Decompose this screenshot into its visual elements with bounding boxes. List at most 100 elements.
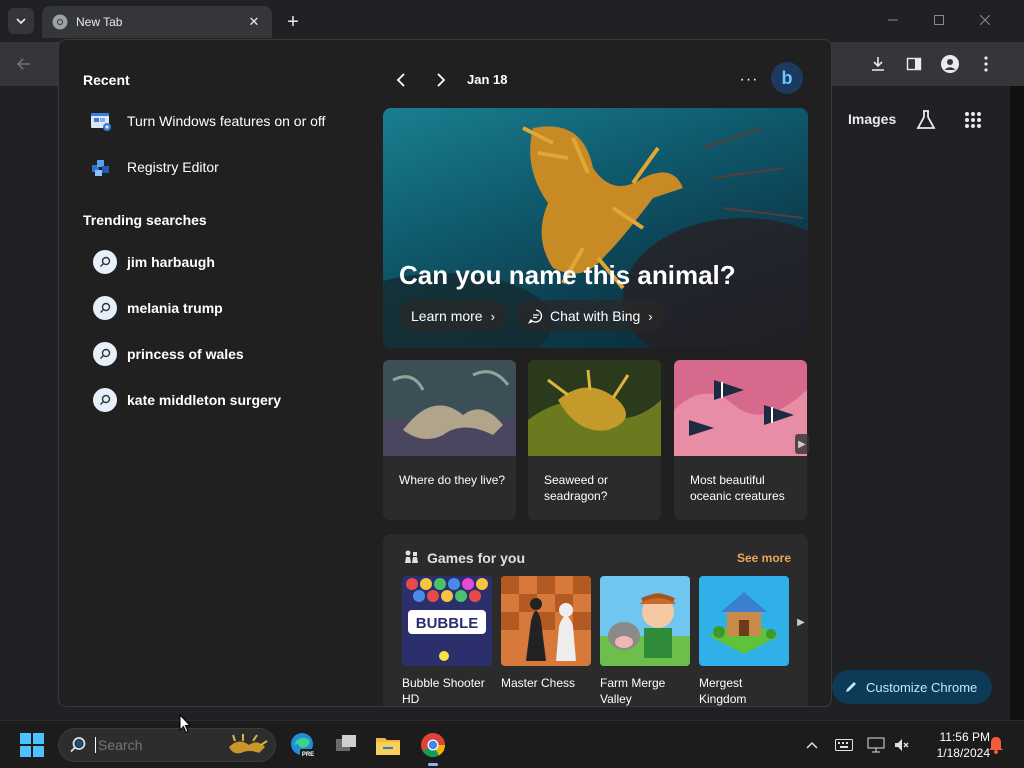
recent-item-registry-editor[interactable]: Registry Editor <box>89 152 219 182</box>
recent-item-label: Turn Windows features on or off <box>127 113 326 129</box>
bing-logo-icon[interactable]: b <box>771 62 803 94</box>
trending-item[interactable]: princess of wales <box>93 340 244 368</box>
customize-chrome-button[interactable]: Customize Chrome <box>832 670 992 704</box>
search-icon <box>93 296 117 320</box>
farm-merge-valley-image <box>600 576 690 666</box>
carousel-next-icon[interactable]: ▶ <box>795 434 809 454</box>
download-icon <box>872 57 884 71</box>
learn-more-button[interactable]: Learn more › <box>399 300 507 332</box>
mouse-cursor-icon <box>179 714 191 734</box>
clock-date: 1/18/2024 <box>936 746 990 760</box>
file-explorer-icon[interactable] <box>374 731 402 759</box>
trending-item[interactable]: melania trump <box>93 294 223 322</box>
maximize-icon <box>934 15 944 25</box>
game-tile[interactable]: Mergest Kingdom <box>699 576 789 706</box>
see-more-link[interactable]: See more <box>737 551 791 565</box>
browser-tab-new-tab[interactable]: New Tab ✕ <box>42 6 272 38</box>
search-icon <box>70 737 86 753</box>
task-view-icon[interactable] <box>332 731 360 759</box>
network-icon[interactable] <box>866 735 886 755</box>
windows-taskbar: PRE 11:56 PM 1/18/2024 <box>0 720 1024 768</box>
apps-grid-icon[interactable] <box>964 111 982 129</box>
trending-item-label: kate middleton surgery <box>127 392 282 408</box>
seaweed-seadragon-image <box>528 360 661 456</box>
game-name: Master Chess <box>501 676 576 690</box>
chrome-running-indicator <box>428 763 438 766</box>
game-tile[interactable]: Farm Merge Valley <box>600 576 690 706</box>
more-options-icon[interactable]: ··· <box>737 68 761 92</box>
taskbar-search-input[interactable] <box>95 737 215 753</box>
story-card-caption: Seaweed or seadragon? <box>544 473 609 503</box>
story-card[interactable]: Seaweed or seadragon? <box>528 360 661 520</box>
background-window-edge <box>1010 86 1024 720</box>
hero-title: Can you name this animal? <box>399 260 736 290</box>
games-next-icon[interactable]: ▶ <box>795 612 807 632</box>
close-window-button[interactable] <box>970 8 1000 32</box>
chat-with-bing-label: Chat with Bing <box>550 308 641 324</box>
chat-with-bing-button[interactable]: Chat with Bing › <box>516 300 665 332</box>
labs-flask-icon[interactable] <box>914 108 938 132</box>
next-day-button[interactable] <box>429 68 453 92</box>
taskbar-clock[interactable]: 11:56 PM 1/18/2024 <box>918 729 990 761</box>
registry-editor-icon <box>92 160 109 176</box>
volume-muted-icon[interactable] <box>892 735 912 755</box>
svg-text:PRE: PRE <box>302 752 314 758</box>
back-button[interactable] <box>12 52 36 76</box>
search-icon <box>93 250 117 274</box>
keyboard-icon[interactable] <box>834 735 854 755</box>
trending-item-label: melania trump <box>127 300 223 316</box>
trending-item[interactable]: kate middleton surgery <box>93 386 281 414</box>
images-link[interactable]: Images <box>848 111 896 127</box>
game-tile[interactable]: Master Chess <box>501 576 591 691</box>
chrome-app-icon[interactable] <box>419 731 447 759</box>
trending-item[interactable]: jim harbaugh <box>93 248 215 276</box>
svg-text:BUBBLE: BUBBLE <box>416 615 479 632</box>
chevron-right-icon: › <box>648 308 653 324</box>
hero-card[interactable]: Can you name this animal? Learn more › C… <box>383 108 808 348</box>
game-name: Bubble Shooter HD <box>402 676 485 706</box>
game-name: Mergest Kingdom <box>699 676 747 706</box>
tab-close-icon[interactable]: ✕ <box>246 14 262 30</box>
chrome-menu-button[interactable] <box>974 52 998 76</box>
minimize-button[interactable] <box>878 8 908 32</box>
mergest-kingdom-image <box>699 576 789 666</box>
back-arrow-icon <box>16 58 30 70</box>
oceanic-creatures-image <box>674 360 807 456</box>
windows-search-flyout: Recent Turn Windows features on or off R… <box>58 39 832 707</box>
recent-item-windows-features[interactable]: Turn Windows features on or off <box>89 106 325 136</box>
new-tab-button[interactable]: + <box>282 11 304 33</box>
profile-button[interactable] <box>938 52 962 76</box>
game-tile[interactable]: BUBBLE Bubble Shooter HD <box>402 576 492 706</box>
close-icon <box>980 15 990 25</box>
profile-avatar-icon <box>941 55 959 73</box>
game-name: Farm Merge Valley <box>600 676 666 706</box>
chevron-down-icon <box>16 18 26 25</box>
taskbar-search-box[interactable] <box>58 728 276 762</box>
games-section: Games for you See more BUBBLE Bubble Sho… <box>383 534 808 706</box>
story-card[interactable]: Where do they live? <box>383 360 516 520</box>
search-icon <box>93 342 117 366</box>
edge-preview-app-icon[interactable]: PRE <box>288 731 316 759</box>
side-panel-icon <box>906 57 922 71</box>
trending-item-label: princess of wales <box>127 346 244 362</box>
recent-heading: Recent <box>83 72 130 88</box>
windows-start-icon[interactable] <box>20 733 44 757</box>
windows-features-icon <box>91 113 111 131</box>
downloads-button[interactable] <box>866 52 890 76</box>
notification-bell-icon[interactable] <box>986 735 1006 755</box>
story-card-caption: Where do they live? <box>399 473 506 487</box>
chevron-right-icon: › <box>490 308 495 324</box>
chevron-right-icon <box>437 73 446 87</box>
side-panel-button[interactable] <box>902 52 926 76</box>
previous-day-button[interactable] <box>389 68 413 92</box>
maximize-button[interactable] <box>924 8 954 32</box>
chat-bubble-icon <box>528 309 543 324</box>
customize-chrome-label: Customize Chrome <box>866 679 978 695</box>
games-title: Games for you <box>427 550 526 566</box>
tab-search-button[interactable] <box>8 8 34 34</box>
pencil-icon <box>846 682 856 692</box>
learn-more-label: Learn more <box>411 308 483 324</box>
story-card-caption: Most beautiful oceanic creatures <box>690 473 785 503</box>
story-card[interactable]: Most beautiful oceanic creatures <box>674 360 807 520</box>
show-hidden-icons-button[interactable] <box>802 735 822 755</box>
